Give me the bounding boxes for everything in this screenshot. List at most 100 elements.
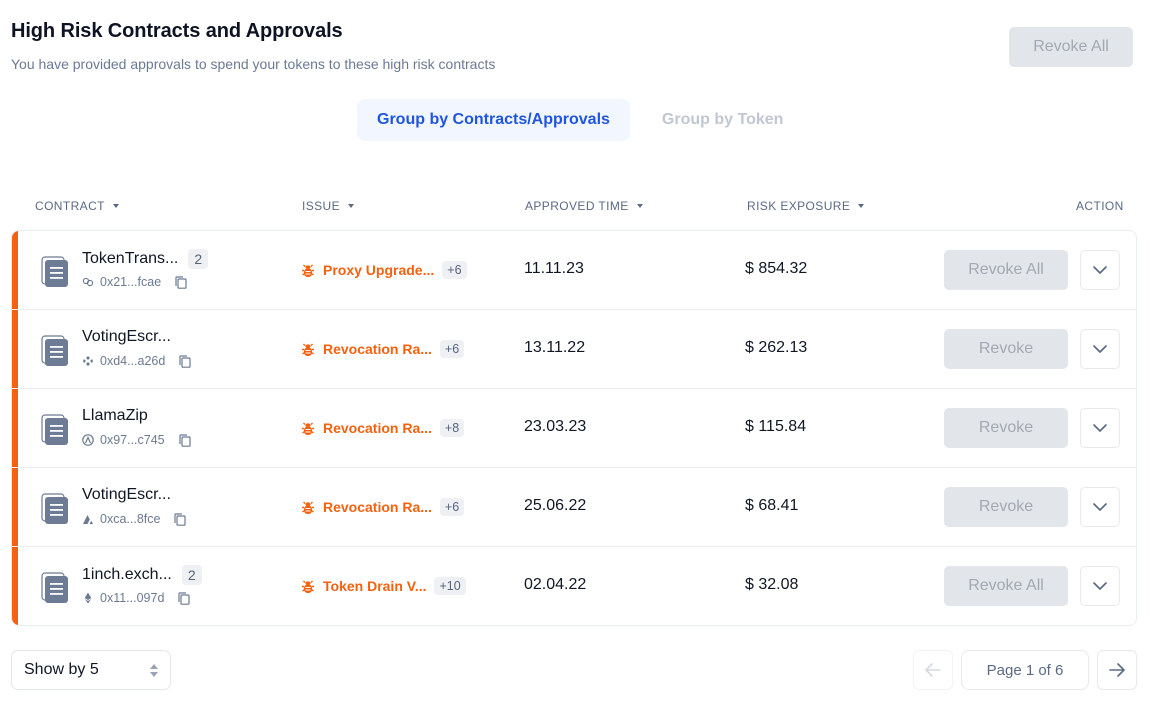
copy-icon[interactable]	[178, 591, 191, 605]
bug-icon	[302, 422, 314, 435]
issue-label[interactable]: Proxy Upgrade...	[323, 262, 434, 278]
table-row: LlamaZip 0x97...c745 Revocation Ra... +8…	[12, 389, 1136, 468]
approved-time: 25.06.22	[524, 497, 587, 514]
arrow-left-icon	[925, 663, 941, 677]
revoke-button[interactable]: Revoke All	[944, 566, 1068, 606]
contract-address-cell: 0x11...097d	[82, 591, 191, 605]
issue-label[interactable]: Revocation Ra...	[323, 420, 432, 436]
column-header-approved-time[interactable]: APPROVED TIME	[525, 199, 643, 213]
sort-caret-icon	[636, 204, 643, 208]
contract-name-cell: VotingEscr...	[82, 328, 171, 346]
copy-icon[interactable]	[179, 433, 191, 447]
contract-name[interactable]: VotingEscr...	[82, 486, 171, 504]
bug-icon	[302, 501, 314, 514]
contract-address-cell: 0x21...fcae	[82, 275, 187, 289]
page-subtitle: You have provided approvals to spend you…	[11, 56, 496, 72]
contract-address: 0xca...8fce	[100, 512, 161, 526]
table-row: TokenTrans... 2 0x21...fcae Proxy Upgrad…	[12, 231, 1136, 310]
table-row: VotingEscr... 0xd4...a26d Revocation Ra.…	[12, 310, 1136, 389]
more-issues-badge[interactable]: +6	[439, 340, 465, 358]
expand-row-button[interactable]	[1080, 487, 1120, 527]
more-issues-badge[interactable]: +8	[439, 419, 465, 437]
chevron-down-icon	[1093, 266, 1107, 274]
issue-label[interactable]: Token Drain V...	[323, 578, 426, 594]
contract-address-cell: 0xca...8fce	[82, 512, 187, 526]
expand-row-button[interactable]	[1080, 408, 1120, 448]
contract-name[interactable]: VotingEscr...	[82, 328, 171, 346]
risk-exposure: $ 32.08	[745, 576, 799, 593]
revoke-button[interactable]: Revoke	[944, 487, 1068, 527]
group-tabs: Group by Contracts/Approvals Group by To…	[357, 99, 803, 141]
contract-name[interactable]: LlamaZip	[82, 407, 148, 425]
page-size-label: Show by 5	[24, 661, 99, 678]
risk-exposure: $ 854.32	[745, 260, 808, 277]
expand-row-button[interactable]	[1080, 566, 1120, 606]
contract-address-cell: 0x97...c745	[82, 433, 191, 447]
contract-name-cell: LlamaZip	[82, 407, 148, 425]
column-label: ACTION	[1076, 199, 1124, 213]
expand-row-button[interactable]	[1080, 329, 1120, 369]
issue-cell: Revocation Ra... +8	[301, 419, 465, 437]
expand-row-button[interactable]	[1080, 250, 1120, 290]
ethereum-icon	[82, 592, 94, 604]
sort-caret-icon	[348, 204, 355, 208]
column-header-contract[interactable]: CONTRACT	[35, 199, 119, 213]
bug-icon	[302, 343, 314, 356]
approved-time: 02.04.22	[524, 576, 587, 593]
issue-cell: Proxy Upgrade... +6	[301, 261, 467, 279]
tab-group-by-contracts[interactable]: Group by Contracts/Approvals	[357, 99, 630, 141]
contract-document-icon	[41, 414, 68, 445]
more-issues-badge[interactable]: +10	[434, 577, 466, 595]
copy-icon[interactable]	[174, 512, 187, 526]
contract-name[interactable]: 1inch.exch...	[82, 566, 172, 584]
more-issues-badge[interactable]: +6	[439, 498, 465, 516]
contract-address-cell: 0xd4...a26d	[82, 354, 191, 368]
table-row: 1inch.exch... 2 0x11...097d Token Drain …	[12, 547, 1136, 625]
page-indicator: Page 1 of 6	[961, 650, 1089, 690]
issue-label[interactable]: Revocation Ra...	[323, 499, 432, 515]
previous-page-button[interactable]	[913, 650, 953, 690]
risk-exposure: $ 68.41	[745, 497, 799, 514]
contract-document-icon	[41, 256, 68, 287]
contract-address: 0x11...097d	[100, 591, 165, 605]
chevron-down-icon	[1093, 345, 1107, 353]
revoke-button[interactable]: Revoke	[944, 329, 1068, 369]
more-issues-badge[interactable]: +6	[442, 261, 467, 279]
contract-name[interactable]: TokenTrans...	[82, 250, 178, 268]
contract-name-cell: 1inch.exch... 2	[82, 565, 202, 585]
table-header: CONTRACT ISSUE APPROVED TIME RISK EXPOSU…	[0, 196, 1150, 216]
revoke-all-button[interactable]: Revoke All	[1009, 27, 1133, 67]
column-label: RISK EXPOSURE	[747, 199, 851, 213]
bug-icon	[302, 580, 314, 593]
column-header-issue[interactable]: ISSUE	[302, 199, 355, 213]
tab-group-by-token[interactable]: Group by Token	[642, 99, 803, 141]
link-icon	[82, 276, 94, 288]
issue-cell: Token Drain V... +10	[301, 577, 466, 595]
next-page-button[interactable]	[1097, 650, 1137, 690]
contract-address: 0xd4...a26d	[100, 354, 166, 368]
contract-address: 0x21...fcae	[100, 275, 162, 289]
copy-icon[interactable]	[175, 275, 187, 289]
approval-count-badge: 2	[188, 249, 209, 269]
bug-icon	[302, 264, 314, 277]
bnb-icon	[82, 355, 94, 367]
chevron-down-icon	[1093, 582, 1107, 590]
contracts-table: TokenTrans... 2 0x21...fcae Proxy Upgrad…	[11, 230, 1137, 626]
chevron-down-icon	[1093, 424, 1107, 432]
contract-document-icon	[41, 335, 68, 366]
copy-icon[interactable]	[179, 354, 191, 368]
arrow-right-icon	[1109, 663, 1125, 677]
chevron-down-icon	[1093, 503, 1107, 511]
column-label: CONTRACT	[35, 199, 105, 213]
revoke-button[interactable]: Revoke	[944, 408, 1068, 448]
risk-exposure: $ 262.13	[745, 339, 808, 356]
issue-label[interactable]: Revocation Ra...	[323, 341, 432, 357]
avalanche-icon	[82, 513, 94, 525]
contract-document-icon	[41, 572, 68, 603]
approved-time: 11.11.23	[524, 260, 584, 277]
page-size-select[interactable]: Show by 5	[11, 650, 171, 690]
column-header-risk-exposure[interactable]: RISK EXPOSURE	[747, 199, 865, 213]
issue-cell: Revocation Ra... +6	[301, 498, 465, 516]
sort-caret-icon	[858, 204, 865, 208]
revoke-button[interactable]: Revoke All	[944, 250, 1068, 290]
